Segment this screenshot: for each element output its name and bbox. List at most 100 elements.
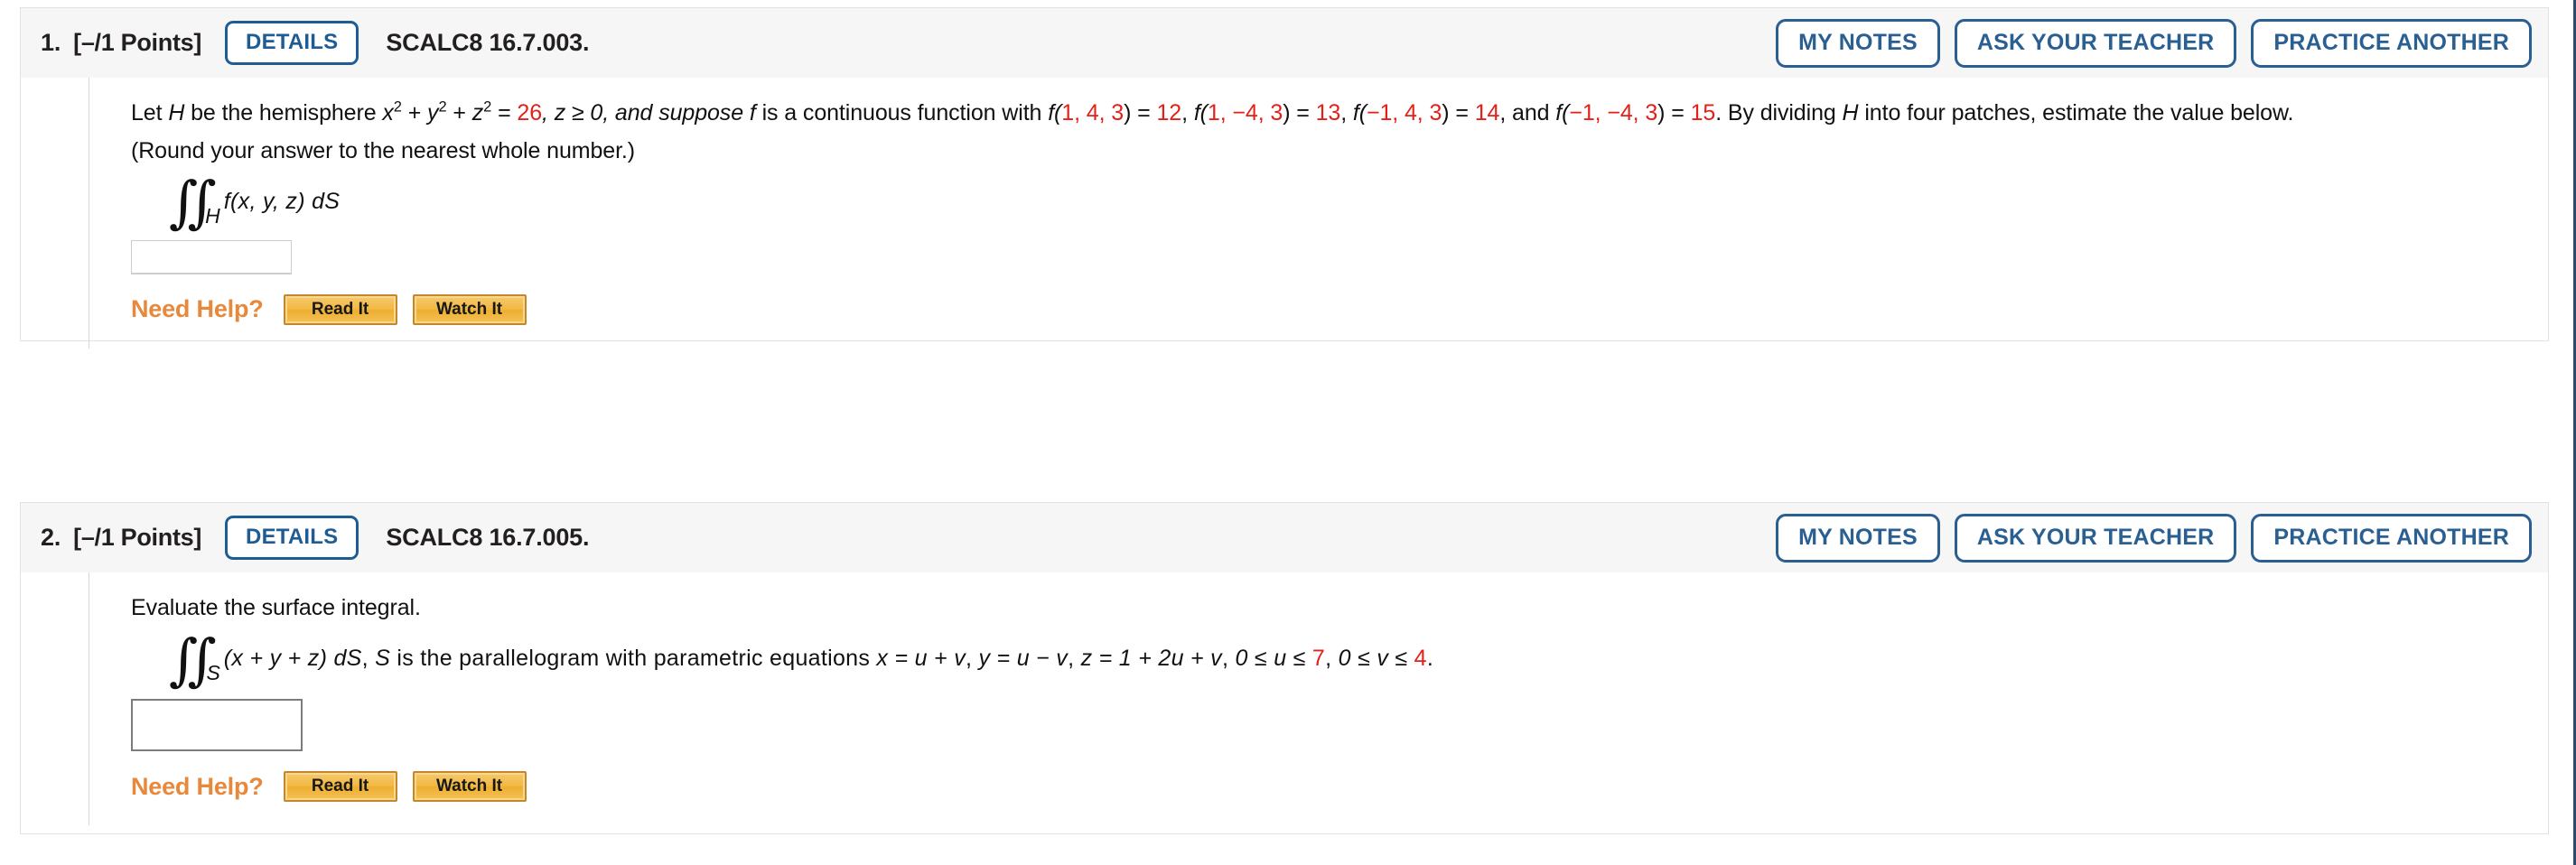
ask-your-teacher-button-1[interactable]: ASK YOUR TEACHER [1954, 18, 2237, 68]
problem-2-need-help: Need Help? Read It Watch It [131, 771, 2548, 803]
q1-f2-sep: , [1340, 100, 1353, 126]
q2-eq-z: z = 1 + 2u + v [1080, 646, 1222, 672]
q1-f2-open: f( [1193, 100, 1208, 126]
integral-integrand-2: (x + y + z) dS, S is the parallelogram w… [224, 646, 1433, 674]
my-notes-button-1[interactable]: MY NOTES [1776, 18, 1940, 68]
problem-1-points: [–/1 Points] [73, 29, 202, 56]
read-it-button-2[interactable]: Read It [283, 771, 397, 803]
q1-tail-a: . By dividing [1715, 100, 1843, 126]
q1-equals: = [491, 100, 518, 126]
q2-bound-sep: , [1325, 646, 1339, 672]
answer-input-1[interactable] [131, 239, 292, 274]
q2-paren-expr: (x + y + z) dS [223, 646, 362, 672]
ask-your-teacher-button-2[interactable]: ASK YOUR TEACHER [1954, 513, 2237, 563]
q1-tail-b: into four patches, estimate the value be… [1858, 100, 2294, 126]
q1-exp-z: 2 [483, 98, 492, 116]
q1-exp-y: 2 [438, 98, 447, 116]
practice-another-button-2[interactable]: PRACTICE ANOTHER [2251, 513, 2532, 563]
q1-f3-value: 14 [1474, 100, 1500, 126]
q1-plus-2: + [446, 100, 472, 126]
double-integral-icon-2: ∬ S [169, 631, 220, 687]
q1-f4-value: 15 [1690, 100, 1716, 126]
q1-text-b: be the hemisphere [184, 100, 383, 126]
q2-sep-2: , [1068, 646, 1081, 672]
q1-f4-open: f( [1555, 100, 1570, 126]
problem-2-header: 2. [–/1 Points] DETAILS SCALC8 16.7.005.… [20, 502, 2549, 572]
problem-2-actions: MY NOTES ASK YOUR TEACHER PRACTICE ANOTH… [1776, 513, 2532, 563]
problem-2-question-line-1: Evaluate the surface integral. [131, 595, 421, 620]
q1-text-c: is a continuous function with [755, 100, 1049, 126]
q1-f1-value: 12 [1156, 100, 1182, 126]
details-button-1[interactable]: DETAILS [225, 21, 359, 65]
q2-eq-x: x = u + v [876, 646, 966, 672]
q1-z-condition: , z ≥ 0, and suppose [542, 100, 750, 126]
problem-card-2: 2. [–/1 Points] DETAILS SCALC8 16.7.005.… [20, 502, 2549, 834]
q1-f3-sep: , and [1499, 100, 1556, 126]
q1-value-26: 26 [517, 100, 543, 126]
problem-card-1: 1. [–/1 Points] DETAILS SCALC8 16.7.003.… [20, 7, 2549, 349]
q1-f1-close: ) = [1124, 100, 1157, 126]
q1-f4-close: ) = [1657, 100, 1691, 126]
integral-subscript-1: H [205, 203, 220, 228]
problem-1-body: Let H be the hemisphere x2 + y2 + z2 = 2… [20, 78, 2549, 349]
q1-f3-open: f( [1352, 100, 1367, 126]
integral-subscript-2: S [206, 661, 220, 685]
q2-bound-end: . [1426, 646, 1434, 672]
watch-it-button-1[interactable]: Watch It [412, 293, 527, 325]
q2-description: is the parallelogram with parametric equ… [390, 646, 877, 672]
q2-bound-v-pre: 0 ≤ v ≤ [1338, 646, 1414, 672]
problem-2-points: [–/1 Points] [73, 524, 202, 551]
q2-bound-u-pre: 0 ≤ u ≤ [1235, 646, 1312, 672]
problem-2-body: Evaluate the surface integral. ∬ S (x + y… [20, 572, 2549, 834]
assignment-page: 1. [–/1 Points] DETAILS SCALC8 16.7.003.… [0, 0, 2576, 865]
problem-2-code: SCALC8 16.7.005. [386, 524, 590, 551]
q2-surface-S: S [375, 646, 391, 672]
problem-2-content: Evaluate the surface integral. ∬ S (x + y… [89, 572, 2548, 826]
q1-tail-H: H [1842, 100, 1859, 126]
q1-text-a: Let [131, 100, 169, 126]
q1-f1-open: f( [1048, 100, 1062, 126]
q1-plus-1: + [401, 100, 428, 126]
problem-1-content: Let H be the hemisphere x2 + y2 + z2 = 2… [89, 78, 2548, 349]
q1-var-x: x [382, 100, 394, 126]
q1-f4-args: −1, −4, 3 [1569, 100, 1658, 126]
problem-1-question-line-1: Let H be the hemisphere x2 + y2 + z2 = 2… [131, 98, 2548, 130]
my-notes-button-2[interactable]: MY NOTES [1776, 513, 1940, 563]
q1-f1-args: 1, 4, 3 [1061, 100, 1125, 126]
q2-bound-v-value: 4 [1414, 646, 1427, 672]
problem-1-number: 1. [41, 29, 61, 56]
problem-2-number: 2. [41, 524, 61, 551]
q1-f1-sep: , [1181, 100, 1194, 126]
integral-integrand-1: f(x, y, z) dS [223, 188, 341, 214]
double-integral-icon-1: ∬ H [169, 174, 220, 230]
q1-var-z: z [471, 100, 484, 126]
q1-f2-value: 13 [1315, 100, 1341, 126]
q1-f3-args: −1, 4, 3 [1367, 100, 1442, 126]
q2-sep-1: , [966, 646, 979, 672]
details-button-2[interactable]: DETAILS [225, 516, 359, 560]
q1-var-f: f [749, 100, 756, 126]
problem-1-header: 1. [–/1 Points] DETAILS SCALC8 16.7.003.… [20, 7, 2549, 78]
q1-f3-close: ) = [1442, 100, 1475, 126]
watch-it-button-2[interactable]: Watch It [412, 771, 527, 803]
practice-another-button-1[interactable]: PRACTICE ANOTHER [2251, 18, 2532, 68]
problem-1-integral-expression: ∬ H f(x, y, z) dS [169, 174, 2548, 230]
q2-bound-u-value: 7 [1311, 646, 1326, 672]
problem-1-question-line-2: (Round your answer to the nearest whole … [131, 137, 636, 163]
need-help-label-2: Need Help? [131, 772, 264, 800]
problem-1-need-help: Need Help? Read It Watch It [131, 293, 2548, 325]
need-help-label-1: Need Help? [131, 295, 264, 323]
answer-input-2[interactable] [131, 699, 303, 752]
q1-var-y: y [427, 100, 439, 126]
read-it-button-1[interactable]: Read It [283, 293, 397, 325]
q1-f2-close: ) = [1283, 100, 1316, 126]
q1-f2-args: 1, −4, 3 [1207, 100, 1283, 126]
problem-1-actions: MY NOTES ASK YOUR TEACHER PRACTICE ANOTH… [1776, 18, 2532, 68]
q2-eq-y: y = u − v [978, 646, 1069, 672]
q1-var-H: H [168, 100, 185, 126]
problem-1-code: SCALC8 16.7.003. [386, 29, 590, 56]
q1-exp-x: 2 [393, 98, 402, 116]
problem-2-integral-expression: ∬ S (x + y + z) dS, S is the parallelogra… [169, 631, 2548, 687]
q2-comma: , [361, 646, 376, 672]
q2-sep-3: , [1221, 646, 1236, 672]
